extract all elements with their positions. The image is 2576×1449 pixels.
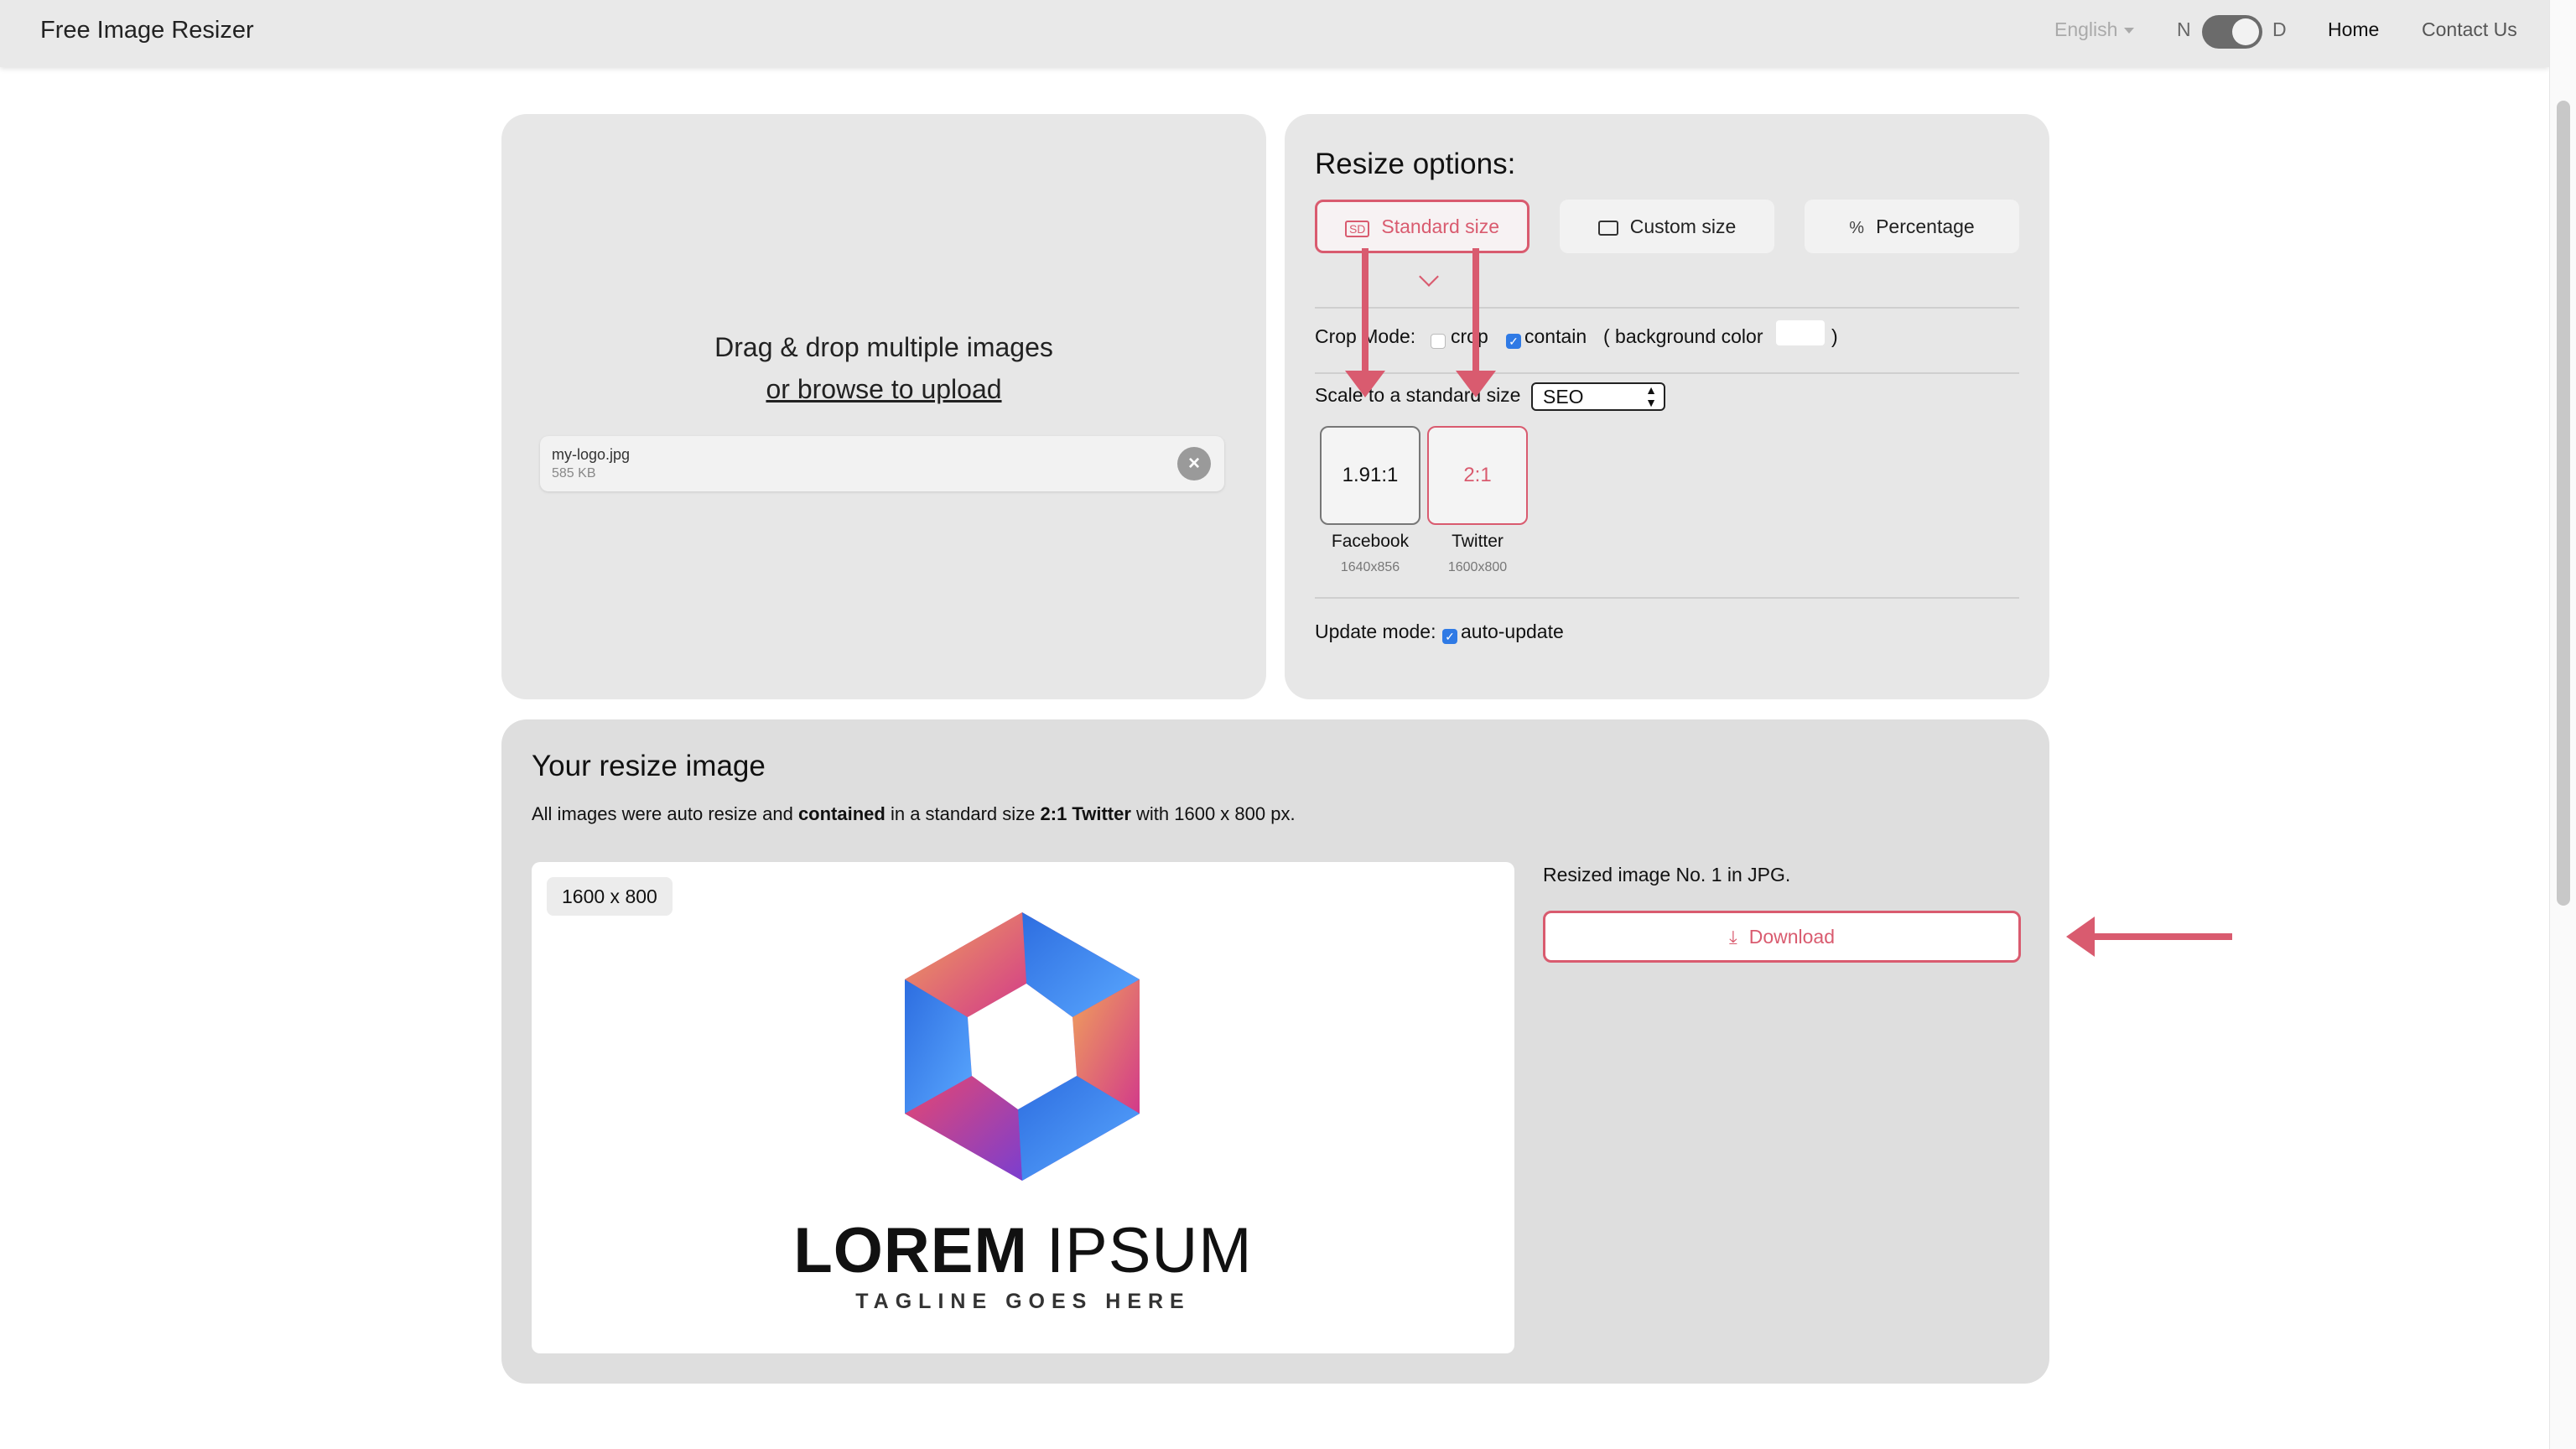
download-label: Download bbox=[1748, 926, 1836, 948]
desc-text: with 1600 x 800 px. bbox=[1130, 803, 1296, 824]
result-description: All images were auto resize and containe… bbox=[532, 803, 1296, 825]
contain-checkbox[interactable]: ✓ bbox=[1506, 334, 1521, 349]
language-label: English bbox=[2054, 18, 2118, 40]
page-scrollbar[interactable] bbox=[2549, 0, 2576, 1449]
theme-toggle[interactable] bbox=[2202, 15, 2262, 49]
standard-size-select[interactable]: SEO ▲ ▼ bbox=[1531, 382, 1665, 411]
percentage-tab[interactable]: % Percentage bbox=[1805, 200, 2019, 253]
size-name-twitter: Twitter bbox=[1452, 532, 1504, 551]
custom-size-tab[interactable]: Custom size bbox=[1560, 200, 1774, 253]
scrollbar-thumb[interactable] bbox=[2557, 101, 2570, 906]
logo-light-word: IPSUM bbox=[1046, 1215, 1253, 1286]
background-color-picker[interactable] bbox=[1776, 320, 1825, 345]
size-tile-twitter[interactable]: 2:1 bbox=[1427, 426, 1528, 525]
select-value: SEO bbox=[1543, 386, 1584, 408]
resize-options-panel: Resize options: SD Standard size Custom s… bbox=[1285, 114, 2049, 699]
theme-label-n: N bbox=[2177, 18, 2191, 40]
divider bbox=[1315, 307, 2019, 309]
annotation-arrow-down bbox=[1456, 248, 1496, 397]
result-title: Your resize image bbox=[532, 750, 766, 782]
download-icon: ⤓ bbox=[1728, 927, 1737, 948]
standard-size-tab[interactable]: SD Standard size bbox=[1315, 200, 1530, 253]
result-panel: Your resize image All images were auto r… bbox=[501, 719, 2049, 1384]
updown-arrows-icon: ▲ ▼ bbox=[1645, 383, 1657, 409]
contain-option-label[interactable]: contain bbox=[1524, 325, 1587, 348]
caret-down-icon bbox=[2124, 28, 2135, 34]
resized-info: Resized image No. 1 in JPG. bbox=[1543, 864, 1791, 886]
uploaded-file-item: my-logo.jpg 585 KB × bbox=[540, 436, 1224, 491]
logo-wordmark: LOREM IPSUM bbox=[532, 1214, 1514, 1287]
percentage-label: Percentage bbox=[1876, 216, 1975, 237]
browse-link-row: or browse to upload bbox=[501, 374, 1266, 405]
percent-icon: % bbox=[1849, 219, 1865, 237]
frame-icon bbox=[1597, 220, 1618, 236]
crop-checkbox[interactable] bbox=[1431, 334, 1446, 349]
resized-image-preview[interactable]: 1600 x 800 LOREM IPSUM TAGLINE GOES HERE bbox=[532, 862, 1514, 1353]
logo-bold-word: LOREM bbox=[793, 1215, 1028, 1286]
remove-file-icon[interactable]: × bbox=[1177, 447, 1211, 480]
crop-option-label[interactable]: crop bbox=[1451, 325, 1488, 348]
language-dropdown[interactable]: English bbox=[2054, 18, 2135, 41]
brand-title[interactable]: Free Image Resizer bbox=[40, 17, 254, 44]
divider bbox=[1315, 372, 2019, 374]
standard-size-label: Standard size bbox=[1381, 216, 1500, 237]
desc-bold-size: 2:1 Twitter bbox=[1040, 803, 1131, 824]
size-dims-twitter: 1600x800 bbox=[1447, 560, 1508, 574]
size-name-facebook: Facebook bbox=[1331, 532, 1410, 551]
nav-contact-link[interactable]: Contact Us bbox=[2422, 18, 2517, 41]
browse-upload-link[interactable]: or browse to upload bbox=[766, 374, 1001, 404]
file-size: 585 KB bbox=[552, 466, 596, 480]
annotation-arrow-down bbox=[1345, 248, 1385, 397]
download-button[interactable]: ⤓ Download bbox=[1543, 911, 2021, 963]
sd-icon: SD bbox=[1344, 221, 1370, 237]
logo-hexagon-image bbox=[905, 912, 1140, 1181]
divider bbox=[1315, 597, 2019, 599]
background-color-label: ( background color bbox=[1603, 325, 1763, 347]
logo-tagline: TAGLINE GOES HERE bbox=[855, 1290, 1191, 1313]
auto-update-checkbox[interactable]: ✓ bbox=[1442, 629, 1457, 644]
auto-update-label[interactable]: auto-update bbox=[1461, 621, 1564, 643]
chevron-down-icon bbox=[1419, 267, 1439, 287]
options-title: Resize options: bbox=[1315, 148, 1516, 180]
file-name: my-logo.jpg bbox=[552, 446, 631, 463]
toggle-knob bbox=[2232, 18, 2259, 45]
upload-dropzone[interactable]: Drag & drop multiple images or browse to… bbox=[501, 114, 1266, 699]
dimension-badge: 1600 x 800 bbox=[547, 877, 673, 916]
annotation-arrow-left bbox=[2066, 917, 2232, 957]
desc-text: All images were auto resize and bbox=[532, 803, 798, 824]
size-tile-facebook[interactable]: 1.91:1 bbox=[1320, 426, 1420, 525]
custom-size-label: Custom size bbox=[1629, 216, 1737, 237]
update-mode-label: Update mode: bbox=[1315, 621, 1436, 642]
size-dims-facebook: 1640x856 bbox=[1340, 560, 1400, 574]
desc-bold-mode: contained bbox=[797, 803, 886, 824]
background-color-close: ) bbox=[1831, 325, 1838, 347]
nav-home-link[interactable]: Home bbox=[2328, 18, 2379, 41]
theme-label-d: D bbox=[2272, 18, 2287, 40]
top-navbar: Free Image Resizer English N D Home Cont… bbox=[0, 0, 2549, 67]
desc-text: in a standard size bbox=[885, 803, 1041, 824]
drop-instruction: Drag & drop multiple images bbox=[714, 332, 1053, 362]
